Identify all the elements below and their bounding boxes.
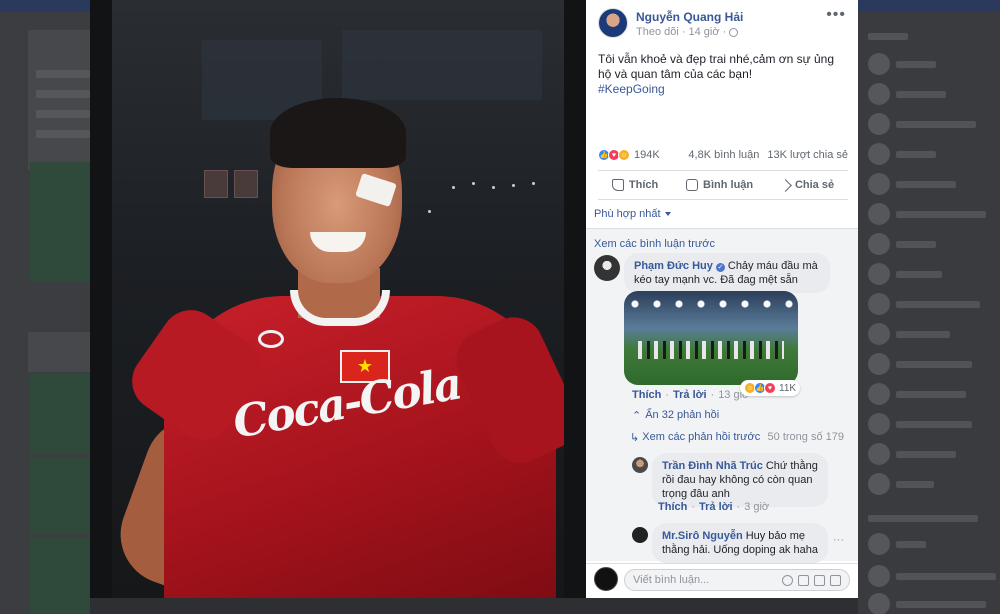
caret-down-icon [664, 212, 671, 216]
background-row [36, 70, 90, 78]
brand-logo [258, 330, 284, 348]
reaction-count[interactable]: 194K [634, 149, 660, 161]
chevron-up-icon: ⌃ [632, 410, 642, 422]
globe-icon [729, 27, 739, 37]
reply-time[interactable]: 3 giờ [744, 501, 769, 513]
view-previous-replies-link[interactable]: Xem các phản hồi trước [642, 431, 760, 444]
comment-photo-stadium[interactable] [624, 291, 798, 385]
reply-meta: Thích · Trả lời · 3 giờ [658, 501, 770, 513]
sticker-icon[interactable] [830, 574, 841, 586]
post-photo: ★ Coca-Cola [112, 0, 564, 598]
background-bottom-strip [90, 596, 858, 614]
author-name[interactable]: Nguyễn Quang Hải [636, 10, 743, 24]
emoji-icon[interactable] [782, 574, 793, 586]
view-previous-comments-link[interactable]: Xem các bình luận trước [594, 238, 715, 250]
comment-meta: Thích · Trả lời · 13 giờ [632, 389, 750, 401]
reaction-icons[interactable]: 👍 ♥ ☺ [598, 149, 630, 161]
background-row [36, 90, 90, 98]
reply-avatar[interactable] [632, 457, 648, 473]
comment-bubble: Phạm Đức Huy ✓ Chảy máu đầu mà kéo tay mạn… [624, 253, 830, 293]
meta-separator: · [681, 26, 686, 38]
post-caption: Tôi vẫn khoẻ và đẹp trai nhé,cảm ơn sự ủ… [598, 52, 848, 97]
share-count[interactable]: 13K lượt chia sẻ [767, 149, 848, 161]
reply-like-link[interactable]: Thích [658, 501, 687, 513]
comment-reactions[interactable]: ☺ 👍 ♥ 11K [740, 380, 801, 396]
gif-icon[interactable] [814, 574, 825, 586]
background-photo [30, 162, 90, 282]
reply-bubble: Trần Đình Nhã Trúc Chứ thằng rồi đau hay … [652, 453, 828, 507]
post-actions: Thích Bình luận Chia sẻ [598, 170, 848, 200]
comment-options-button[interactable]: ··· [833, 534, 844, 546]
post-header: Nguyễn Quang Hải Theo dõi · 14 giờ · ••• [586, 0, 858, 44]
photo-viewer[interactable]: ★ Coca-Cola [90, 0, 586, 598]
camera-icon[interactable] [798, 574, 809, 586]
verified-badge-icon: ✓ [715, 263, 725, 272]
reply-author[interactable]: Trần Đình Nhã Trúc [662, 460, 763, 472]
post-time[interactable]: 14 giờ [688, 26, 719, 38]
comment-sort-dropdown[interactable]: Phù hợp nhất [594, 208, 671, 220]
post-side-panel: Nguyễn Quang Hải Theo dõi · 14 giờ · •••… [586, 0, 858, 598]
wall-sign [234, 170, 258, 198]
background-row [36, 130, 90, 138]
commenter-name[interactable]: Phạm Đức Huy [634, 260, 713, 272]
reply-author[interactable]: Mr.Sirô Nguyễn [662, 530, 743, 542]
author-avatar[interactable] [598, 8, 628, 38]
background-photo [30, 374, 90, 454]
wall-sign [204, 170, 228, 198]
reply-avatar[interactable] [632, 527, 648, 543]
comment-placeholder: Viết bình luận... [633, 574, 710, 586]
commenter-avatar[interactable] [594, 255, 620, 281]
reply-reply-link[interactable]: Trả lời [699, 501, 733, 513]
composer-tools [782, 574, 841, 586]
background-photo [30, 538, 90, 614]
comment-composer: Viết bình luận... [586, 564, 858, 596]
background-row [36, 110, 90, 118]
background-card [28, 332, 90, 372]
share-button[interactable]: Chia sẻ [779, 178, 834, 192]
comment-button[interactable]: Bình luận [686, 179, 753, 191]
reply-arrow-icon: ↳ [630, 432, 643, 444]
thumbs-up-icon [611, 179, 624, 191]
more-options-button[interactable]: ••• [826, 6, 846, 24]
comment-count[interactable]: 4,8K bình luận [688, 149, 759, 161]
reply-bubble: Mr.Sirô Nguyễn Huy bảo mẹ thằng hải. Uống… [652, 523, 828, 563]
follow-link[interactable]: Theo dõi [636, 26, 679, 38]
haha-icon: ☺ [618, 149, 630, 161]
post-stats: 👍 ♥ ☺ 194K 4,8K bình luận 13K lượt chia … [598, 146, 848, 164]
speech-bubble-icon [686, 179, 699, 191]
background-card [28, 30, 90, 170]
current-user-avatar [594, 567, 618, 591]
background-photo [30, 458, 90, 534]
post-meta: Theo dõi · 14 giờ · [636, 26, 739, 38]
hashtag-link[interactable]: #KeepGoing [598, 82, 848, 97]
like-button[interactable]: Thích [611, 179, 658, 191]
background-left-column [0, 12, 90, 614]
meta-separator: · [722, 26, 727, 38]
comments-section: Xem các bình luận trước Phạm Đức Huy ✓ Chả… [586, 229, 858, 563]
comment-input[interactable]: Viết bình luận... [624, 569, 850, 591]
replies-count: 50 trong số 179 [767, 431, 844, 443]
comment-reply-link[interactable]: Trả lời [673, 389, 707, 401]
comment-like-link[interactable]: Thích [632, 389, 661, 401]
caption-text: Tôi vẫn khoẻ và đẹp trai nhé,cảm ơn sự ủ… [598, 52, 835, 81]
previous-replies-row: ↳ Xem các phản hồi trước 50 trong số 179 [630, 431, 844, 444]
background-contacts [858, 12, 1000, 614]
share-arrow-icon [779, 178, 792, 192]
love-icon: ♥ [764, 382, 776, 394]
comment-reaction-count: 11K [779, 382, 797, 394]
hide-replies-link[interactable]: ⌃ Ẩn 32 phản hồi [632, 409, 719, 422]
